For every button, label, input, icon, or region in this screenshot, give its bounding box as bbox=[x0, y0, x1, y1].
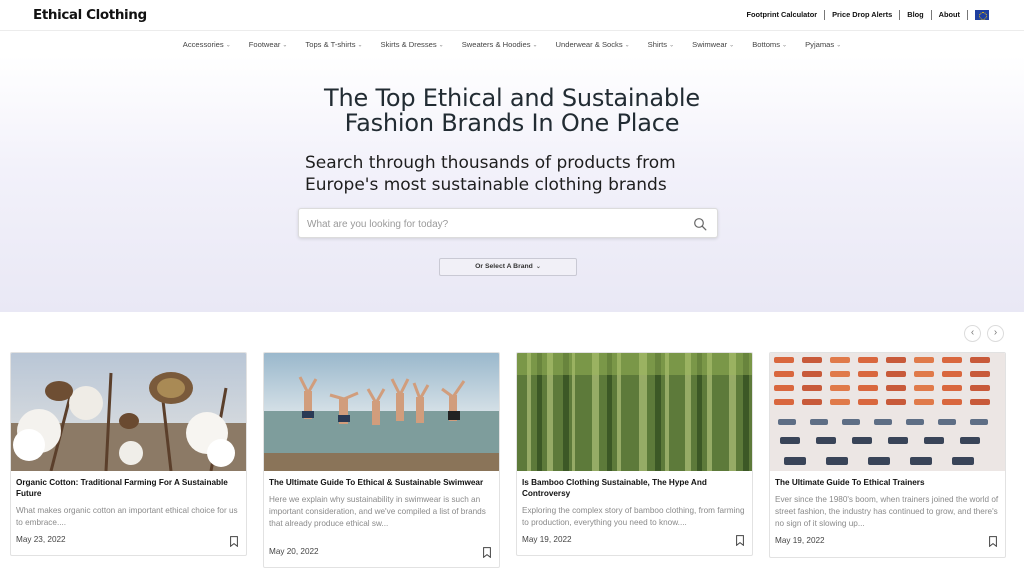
article-excerpt: Here we explain why sustainability in sw… bbox=[269, 495, 486, 528]
hero-subtitle-line: Search through thousands of products fro… bbox=[305, 153, 676, 173]
chevron-down-icon: ⌄ bbox=[225, 42, 231, 48]
article-title[interactable]: The Ultimate Guide To Ethical Trainers bbox=[775, 477, 1000, 488]
bookmark-icon[interactable] bbox=[483, 547, 491, 558]
chevron-down-icon: ⌄ bbox=[282, 42, 288, 48]
article-excerpt: What makes organic cotton an important e… bbox=[16, 506, 238, 527]
bamboo-forest-image[interactable] bbox=[517, 353, 752, 471]
eu-flag-icon[interactable] bbox=[975, 10, 989, 20]
bookmark-icon[interactable] bbox=[989, 536, 997, 547]
article-date: May 19, 2022 bbox=[522, 535, 572, 544]
bookmark-icon[interactable] bbox=[736, 535, 744, 546]
article-date: May 20, 2022 bbox=[269, 547, 319, 556]
search-icon[interactable] bbox=[693, 217, 707, 231]
hero-subtitle: Search through thousands of products fro… bbox=[305, 152, 725, 196]
blog-link[interactable]: Blog bbox=[900, 10, 932, 20]
nav-label: Footwear bbox=[248, 39, 281, 49]
chevron-down-icon: ⌄ bbox=[669, 42, 675, 48]
article-card[interactable]: Is Bamboo Clothing Sustainable, The Hype… bbox=[516, 352, 753, 556]
nav-label: Shirts bbox=[647, 39, 668, 49]
brand-select-label: Or Select A Brand bbox=[475, 263, 533, 270]
site-logo[interactable]: Ethical Clothing bbox=[33, 7, 147, 23]
hero-title: The Top Ethical and Sustainable Fashion … bbox=[0, 86, 1024, 136]
about-link[interactable]: About bbox=[932, 10, 968, 20]
search-input[interactable] bbox=[307, 214, 687, 234]
top-bar: Ethical Clothing Footprint Calculator Pr… bbox=[0, 0, 1024, 31]
article-date: May 23, 2022 bbox=[16, 535, 66, 544]
price-drop-alerts-link[interactable]: Price Drop Alerts bbox=[825, 10, 901, 20]
jumping-friends-image[interactable] bbox=[264, 353, 499, 471]
brand-select[interactable]: Or Select A Brand ⌄ bbox=[439, 258, 577, 276]
cotton-plant-image[interactable] bbox=[11, 353, 246, 471]
bookmark-icon[interactable] bbox=[230, 536, 238, 547]
hero-subtitle-line: Europe's most sustainable clothing brand… bbox=[305, 175, 667, 195]
nav-item-underwear[interactable]: Underwear & Socks ⌄ bbox=[547, 40, 639, 49]
chevron-down-icon: ⌄ bbox=[836, 42, 842, 48]
nav-item-bottoms[interactable]: Bottoms ⌄ bbox=[743, 40, 796, 49]
hero-title-line: The Top Ethical and Sustainable bbox=[324, 84, 700, 112]
nav-item-shirts[interactable]: Shirts ⌄ bbox=[639, 40, 683, 49]
footprint-calculator-link[interactable]: Footprint Calculator bbox=[740, 10, 826, 20]
category-nav: Accessories ⌄ Footwear ⌄ Tops & T-shirts ⌄ … bbox=[0, 32, 1024, 56]
article-card[interactable]: Organic Cotton: Traditional Farming For … bbox=[10, 352, 247, 556]
search-box bbox=[298, 208, 718, 238]
top-links: Footprint Calculator Price Drop Alerts B… bbox=[740, 10, 989, 20]
chevron-down-icon: ⌄ bbox=[535, 264, 541, 270]
nav-label: Bottoms bbox=[752, 39, 781, 49]
article-excerpt: Ever since the 1980's boom, when trainer… bbox=[775, 495, 999, 528]
chevron-down-icon: ⌄ bbox=[532, 42, 538, 48]
nav-label: Pyjamas bbox=[805, 39, 835, 49]
article-title[interactable]: The Ultimate Guide To Ethical & Sustaina… bbox=[269, 477, 494, 488]
article-excerpt: Exploring the complex story of bamboo cl… bbox=[522, 506, 745, 527]
nav-label: Underwear & Socks bbox=[555, 39, 623, 49]
card-body: Is Bamboo Clothing Sustainable, The Hype… bbox=[517, 471, 752, 529]
article-card[interactable]: The Ultimate Guide To Ethical & Sustaina… bbox=[263, 352, 500, 568]
carousel-prev-button[interactable]: ‹ bbox=[964, 325, 981, 342]
nav-label: Tops & T-shirts bbox=[305, 39, 356, 49]
article-title[interactable]: Organic Cotton: Traditional Farming For … bbox=[16, 477, 241, 499]
trainers-wall-image[interactable] bbox=[770, 353, 1005, 471]
chevron-down-icon: ⌄ bbox=[782, 42, 788, 48]
article-card[interactable]: The Ultimate Guide To Ethical Trainers E… bbox=[769, 352, 1006, 558]
nav-item-skirts[interactable]: Skirts & Dresses ⌄ bbox=[372, 40, 453, 49]
chevron-down-icon: ⌄ bbox=[357, 42, 363, 48]
card-body: The Ultimate Guide To Ethical Trainers E… bbox=[770, 471, 1005, 530]
hero-title-line: Fashion Brands In One Place bbox=[344, 109, 680, 137]
nav-item-sweaters[interactable]: Sweaters & Hoodies ⌄ bbox=[453, 40, 547, 49]
nav-label: Swimwear bbox=[692, 39, 728, 49]
carousel-next-button[interactable]: › bbox=[987, 325, 1004, 342]
chevron-down-icon: ⌄ bbox=[729, 42, 735, 48]
card-body: The Ultimate Guide To Ethical & Sustaina… bbox=[264, 471, 499, 530]
chevron-down-icon: ⌄ bbox=[624, 42, 630, 48]
article-date: May 19, 2022 bbox=[775, 536, 825, 545]
article-title[interactable]: Is Bamboo Clothing Sustainable, The Hype… bbox=[522, 477, 747, 499]
nav-label: Accessories bbox=[182, 39, 224, 49]
hero-section: The Top Ethical and Sustainable Fashion … bbox=[0, 56, 1024, 312]
nav-item-accessories[interactable]: Accessories ⌄ bbox=[174, 40, 240, 49]
nav-label: Sweaters & Hoodies bbox=[461, 39, 531, 49]
nav-item-footwear[interactable]: Footwear ⌄ bbox=[240, 40, 297, 49]
card-body: Organic Cotton: Traditional Farming For … bbox=[11, 471, 246, 529]
chevron-down-icon: ⌄ bbox=[438, 42, 444, 48]
nav-item-tops[interactable]: Tops & T-shirts ⌄ bbox=[296, 40, 371, 49]
nav-label: Skirts & Dresses bbox=[380, 39, 437, 49]
nav-item-pyjamas[interactable]: Pyjamas ⌄ bbox=[796, 40, 850, 49]
nav-item-swimwear[interactable]: Swimwear ⌄ bbox=[683, 40, 743, 49]
